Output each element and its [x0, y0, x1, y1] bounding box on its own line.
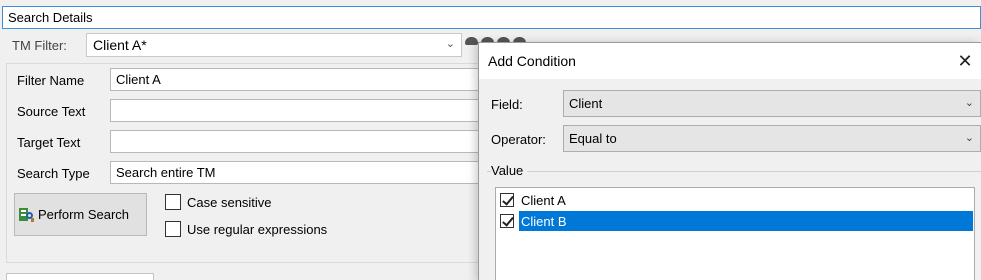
bottom-tab[interactable] [6, 273, 154, 280]
search-type-dropdown[interactable]: Search entire TM [110, 161, 490, 184]
perform-search-label: Perform Search [38, 207, 130, 222]
regex-label: Use regular expressions [187, 221, 328, 237]
regex-checkbox[interactable] [165, 221, 181, 237]
add-condition-dialog: Add Condition ✕ Field: Client ⌄ Operator… [478, 42, 981, 280]
chevron-down-icon: ⌄ [964, 132, 974, 144]
source-text-label: Source Text [17, 104, 86, 119]
operator-value: Equal to [569, 131, 617, 146]
case-sensitive-checkbox[interactable] [165, 194, 181, 210]
tm-filter-label: TM Filter: [12, 38, 67, 53]
search-type-label: Search Type [17, 166, 90, 181]
value-group-label: Value [491, 163, 528, 178]
value-label: Client A [521, 192, 566, 208]
perform-search-button[interactable]: Perform Search [14, 193, 147, 236]
target-text-label: Target Text [17, 135, 81, 150]
case-sensitive-option[interactable]: Case sensitive [165, 194, 272, 210]
regex-option[interactable]: Use regular expressions [165, 221, 327, 237]
chevron-down-icon: ⌄ [445, 38, 455, 50]
operator-label: Operator: [491, 132, 546, 147]
dialog-header: Add Condition ✕ [479, 43, 981, 79]
tm-filter-dropdown[interactable]: Client A* ⌄ [86, 33, 462, 57]
field-select[interactable]: Client ⌄ [563, 90, 981, 117]
value-item-client-b[interactable]: Client B [497, 211, 973, 231]
filter-name-label: Filter Name [17, 73, 85, 88]
chevron-down-icon: ⌄ [964, 97, 974, 109]
search-details-header: Search Details [2, 6, 981, 29]
case-sensitive-label: Case sensitive [187, 194, 272, 210]
tm-filter-value: Client A* [93, 37, 147, 53]
value-item-client-a[interactable]: Client A [497, 190, 973, 210]
value-checkbox[interactable] [500, 214, 514, 228]
value-list[interactable]: Client A Client B [495, 187, 975, 280]
operator-select[interactable]: Equal to ⌄ [563, 125, 981, 152]
field-label: Field: [491, 97, 523, 112]
field-value: Client [569, 96, 603, 111]
target-text-field[interactable] [110, 130, 490, 153]
search-grid-icon [19, 207, 34, 222]
value-label: Client B [519, 211, 973, 231]
filter-icon[interactable] [465, 37, 478, 45]
source-text-field[interactable] [110, 99, 490, 122]
filter-name-field[interactable]: Client A [110, 68, 490, 91]
close-icon[interactable]: ✕ [953, 49, 977, 73]
value-checkbox[interactable] [500, 193, 514, 207]
dialog-title: Add Condition [488, 53, 576, 69]
